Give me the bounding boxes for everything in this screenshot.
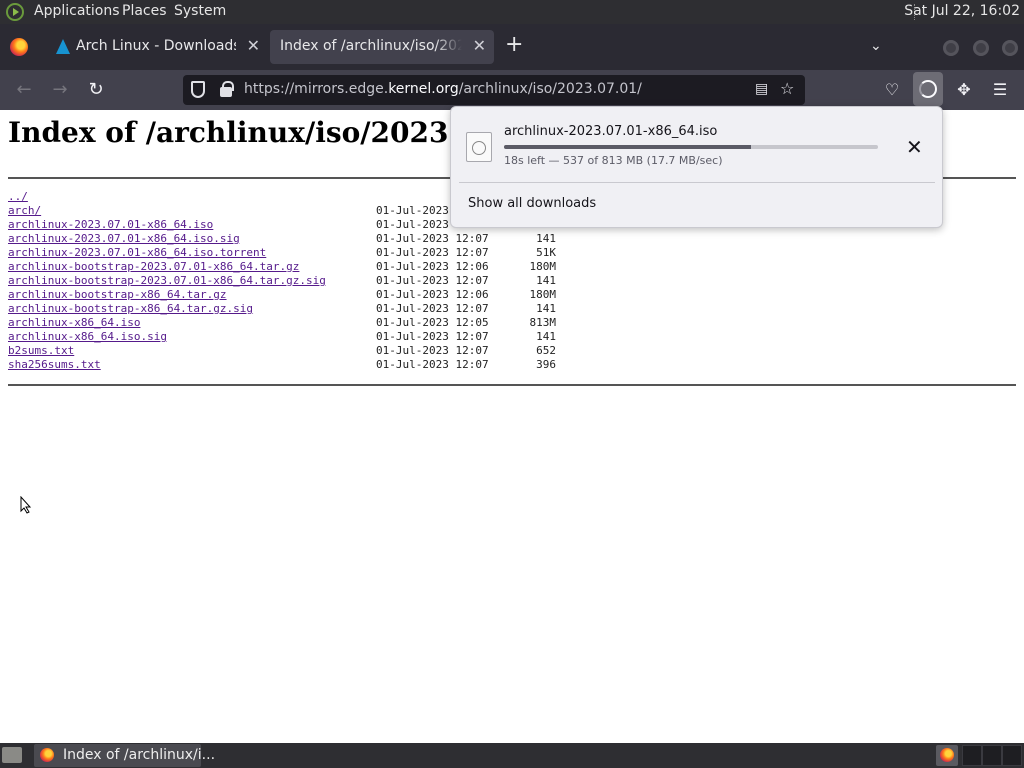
navigation-toolbar: ← → ↻ https://mirrors.edge.kernel.org/ar… [0, 70, 1024, 110]
bottom-panel: Index of /archlinux/i... [0, 743, 1024, 768]
applications-menu[interactable]: Applications [34, 3, 120, 19]
close-tab-icon[interactable]: ✕ [473, 36, 486, 55]
file-size: 141 [536, 302, 556, 315]
download-progress-bar [504, 145, 878, 149]
show-desktop-icon[interactable] [2, 747, 22, 763]
file-date: 01-Jul-2023 12:05 [376, 316, 489, 329]
file-size: 141 [536, 274, 556, 287]
file-link[interactable]: archlinux-bootstrap-2023.07.01-x86_64.ta… [8, 260, 299, 274]
arch-linux-icon [56, 39, 70, 54]
downloads-button[interactable] [913, 72, 943, 106]
file-date: 01-Jul-2023 12:06 [376, 288, 489, 301]
tracking-protection-icon[interactable] [191, 81, 205, 98]
clock[interactable]: Sat Jul 22, 16:02 [904, 3, 1020, 19]
file-link[interactable]: archlinux-bootstrap-2023.07.01-x86_64.ta… [8, 274, 326, 288]
close-tab-icon[interactable]: ✕ [247, 36, 260, 55]
file-size: 141 [536, 232, 556, 245]
file-link[interactable]: sha256sums.txt [8, 358, 101, 372]
file-link[interactable]: archlinux-2023.07.01-x86_64.iso [8, 218, 213, 232]
download-file-name[interactable]: archlinux-2023.07.01-x86_64.iso [504, 124, 717, 139]
close-window-button[interactable] [1002, 40, 1018, 56]
lock-icon[interactable] [220, 81, 234, 97]
file-date: 01-Jul-2023 12:06 [376, 260, 489, 273]
workspace-2[interactable] [982, 745, 1002, 766]
file-link[interactable]: archlinux-bootstrap-x86_64.tar.gz [8, 288, 227, 302]
new-tab-button[interactable]: + [505, 34, 523, 56]
tab-title: Index of /archlinux/iso/2023.07.01/ [280, 38, 462, 54]
back-button[interactable]: ← [12, 78, 36, 102]
downloads-panel: archlinux-2023.07.01-x86_64.iso 18s left… [450, 106, 943, 228]
file-date: 01-Jul-2023 12:07 [376, 344, 489, 357]
panel-divider [459, 182, 935, 183]
reader-view-icon[interactable]: ▤ [755, 81, 768, 97]
file-link[interactable]: arch/ [8, 204, 41, 218]
file-size: 51K [536, 246, 556, 259]
tab-strip: Arch Linux - Downloads ✕ Index of /archl… [0, 24, 1024, 70]
file-date: 01-Jul-2023 12:07 [376, 246, 489, 259]
cancel-download-icon[interactable]: ✕ [906, 137, 923, 157]
file-link[interactable]: archlinux-2023.07.01-x86_64.iso.torrent [8, 246, 266, 260]
url-text[interactable]: https://mirrors.edge.kernel.org/archlinu… [244, 81, 642, 97]
hamburger-menu-icon[interactable]: ☰ [988, 78, 1012, 102]
file-link[interactable]: archlinux-bootstrap-x86_64.tar.gz.sig [8, 302, 253, 316]
tab-index-of-iso[interactable]: Index of /archlinux/iso/2023.07.01/ ✕ [270, 30, 494, 64]
distro-menu-icon[interactable] [6, 3, 24, 21]
disc-image-file-icon [466, 132, 492, 162]
file-size: 396 [536, 358, 556, 371]
file-link[interactable]: ../ [8, 190, 28, 204]
places-menu[interactable]: Places [122, 3, 167, 19]
maximize-window-button[interactable] [973, 40, 989, 56]
forward-button[interactable]: → [48, 78, 72, 102]
tab-title: Arch Linux - Downloads [76, 38, 236, 54]
reload-button[interactable]: ↻ [84, 78, 108, 102]
firefox-view-icon[interactable] [10, 38, 28, 56]
top-panel: Applications Places System Sat Jul 22, 1… [0, 0, 1024, 24]
tab-arch-downloads[interactable]: Arch Linux - Downloads ✕ [46, 30, 268, 64]
file-size: 813M [529, 316, 557, 329]
file-link[interactable]: archlinux-x86_64.iso [8, 316, 140, 330]
file-link[interactable]: b2sums.txt [8, 344, 74, 358]
bookmark-star-icon[interactable]: ☆ [780, 79, 794, 98]
firefox-launcher-icon[interactable] [936, 745, 958, 766]
download-status: 18s left — 537 of 813 MB (17.7 MB/sec) [504, 154, 723, 167]
show-all-downloads-button[interactable]: Show all downloads [468, 196, 596, 211]
system-menu[interactable]: System [174, 3, 226, 19]
url-bar[interactable]: https://mirrors.edge.kernel.org/archlinu… [183, 75, 805, 105]
download-progress-icon [919, 80, 937, 98]
file-date: 01-Jul-2023 12:07 [376, 274, 489, 287]
taskbar-window-title: Index of /archlinux/i... [63, 747, 216, 763]
file-date: 01-Jul-2023 12:07 [376, 358, 489, 371]
file-size: 180M [529, 260, 557, 273]
bottom-divider [8, 384, 1016, 386]
file-link[interactable]: archlinux-x86_64.iso.sig [8, 330, 167, 344]
file-size: 141 [536, 330, 556, 343]
download-progress-fill [504, 145, 751, 149]
pocket-icon[interactable]: ♡ [880, 78, 904, 102]
firefox-icon [40, 748, 54, 762]
list-all-tabs-icon[interactable]: ⌄ [870, 38, 882, 54]
file-date: 01-Jul-2023 12:07 [376, 302, 489, 315]
taskbar-window-button[interactable]: Index of /archlinux/i... [34, 744, 215, 767]
file-link[interactable]: archlinux-2023.07.01-x86_64.iso.sig [8, 232, 240, 246]
workspace-1[interactable] [962, 745, 982, 766]
file-date: 01-Jul-2023 12:07 [376, 330, 489, 343]
file-size: 180M [529, 288, 557, 301]
extensions-icon[interactable]: ✥ [952, 78, 976, 102]
file-date: 01-Jul-2023 12:07 [376, 232, 489, 245]
workspace-3[interactable] [1002, 745, 1022, 766]
file-size: 652 [536, 344, 556, 357]
minimize-window-button[interactable] [943, 40, 959, 56]
